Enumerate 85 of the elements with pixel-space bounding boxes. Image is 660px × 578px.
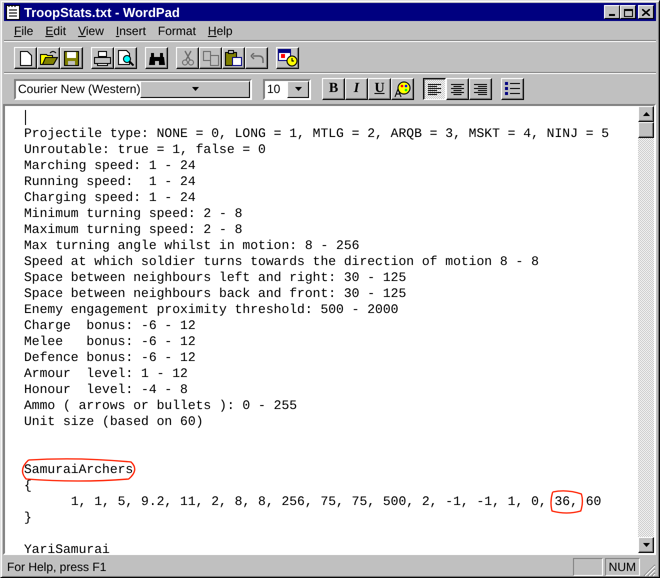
undo-icon xyxy=(250,53,264,63)
clipboard-icon xyxy=(225,50,242,66)
binoculars-icon xyxy=(148,52,164,64)
circled-text: SamuraiArchers xyxy=(24,462,134,478)
align-left-button[interactable] xyxy=(423,78,446,100)
font-size-dropdown[interactable]: 10 xyxy=(263,78,311,100)
scroll-up-button[interactable] xyxy=(638,106,654,122)
text-line: Melee bonus: -6 - 12 xyxy=(24,334,197,350)
color-button[interactable] xyxy=(391,78,414,100)
down-arrow-icon xyxy=(642,543,650,547)
italic-button[interactable]: I xyxy=(345,78,368,100)
open-folder-icon xyxy=(40,51,58,65)
center-button[interactable] xyxy=(446,78,469,100)
circled-text: 36, xyxy=(554,494,578,510)
text-line: Max turning angle whilst in motion: 8 - 256 xyxy=(24,238,360,254)
printer-icon xyxy=(94,50,111,66)
close-button[interactable] xyxy=(638,5,654,19)
status-panel xyxy=(572,558,603,576)
notepad-icon xyxy=(6,4,20,20)
align-right-button[interactable] xyxy=(469,78,492,100)
dropdown-arrow-icon xyxy=(192,87,199,91)
up-arrow-icon xyxy=(642,112,650,116)
num-lock-indicator: NUM xyxy=(604,558,640,576)
dropdown-arrow-icon xyxy=(294,87,302,91)
print-button[interactable] xyxy=(91,47,114,69)
text-line: Defence bonus: -6 - 12 xyxy=(24,350,197,366)
window-title: TroopStats.txt - WordPad xyxy=(24,4,181,20)
text-line: Space between neighbours back and front: 30 - 125 xyxy=(24,286,408,302)
text-line: Unroutable: true = 1, false = 0 xyxy=(24,142,267,158)
scroll-thumb[interactable] xyxy=(638,122,654,138)
text-line: { xyxy=(24,478,33,494)
text-cursor xyxy=(25,110,26,125)
text-line: Running speed: 1 - 24 xyxy=(24,174,197,190)
new-button[interactable] xyxy=(14,47,37,69)
text-line: Speed at which soldier turns towards the direction of motion 8 - 8 xyxy=(24,254,540,270)
bold-button[interactable]: B xyxy=(322,78,345,100)
save-button[interactable] xyxy=(60,47,83,69)
calendar-clock-icon xyxy=(278,49,298,67)
underline-button[interactable]: U xyxy=(368,78,391,100)
text-line: Unit size (based on 60) xyxy=(24,414,204,430)
maximize-button[interactable] xyxy=(620,5,636,19)
minimize-button[interactable] xyxy=(604,5,620,19)
close-icon xyxy=(642,8,650,16)
status-text: For Help, press F1 xyxy=(6,560,108,574)
menu-item[interactable]: Insert xyxy=(110,24,152,38)
print-preview-icon xyxy=(118,50,134,66)
resize-grip-icon[interactable] xyxy=(642,563,656,577)
maximize-icon xyxy=(624,8,632,16)
text-line: Honour level: -4 - 8 xyxy=(24,382,189,398)
text-line: Space between neighbours left and right: 30 - 125 xyxy=(24,270,408,286)
text-line: Charge bonus: -6 - 12 xyxy=(24,318,197,334)
paste-button[interactable] xyxy=(222,47,245,69)
new-document-icon xyxy=(20,50,32,66)
text-line: Charging speed: 1 - 24 xyxy=(24,190,197,206)
text-line: YariSamurai xyxy=(24,542,111,553)
text-line: Minimum turning speed: 2 - 8 xyxy=(24,206,244,222)
text-line: 60 xyxy=(584,494,602,509)
text-line: Maximum turning speed: 2 - 8 xyxy=(24,222,244,238)
text-line: Projectile type: NONE = 0, LONG = 1, MTLG = 2, ARQB = 3, MSKT = 4, NINJ = 5 xyxy=(24,126,610,142)
text-line: Armour level: 1 - 12 xyxy=(24,366,189,382)
date-time-button[interactable] xyxy=(276,47,299,69)
menu-item[interactable]: Help xyxy=(202,24,239,38)
text-line: } xyxy=(24,510,33,526)
menu-item[interactable]: Edit xyxy=(39,24,72,38)
font-dropdown[interactable]: Courier New (Western) xyxy=(14,78,252,100)
open-button[interactable] xyxy=(37,47,60,69)
scroll-down-button[interactable] xyxy=(638,537,654,553)
menu-item[interactable]: File xyxy=(8,24,40,38)
find-button[interactable] xyxy=(145,47,168,69)
palette-icon xyxy=(394,80,411,98)
bullets-button[interactable] xyxy=(501,78,524,100)
text-line: Enemy engagement proximity threshold: 500 - 2000 xyxy=(24,302,400,318)
align-icon xyxy=(450,84,464,94)
vertical-scrollbar[interactable] xyxy=(638,106,654,553)
text-line: Ammo ( arrows or bullets ): 0 - 255 xyxy=(24,398,298,414)
print-preview-button[interactable] xyxy=(114,47,137,69)
text-line: Marching speed: 1 - 24 xyxy=(24,158,197,174)
align-icon xyxy=(428,84,442,94)
copy-icon xyxy=(202,50,218,66)
menu-item[interactable]: Format xyxy=(152,24,202,38)
text-line: 1, 1, 5, 9.2, 11, 2, 8, 8, 256, 75, 75, 500, 2, -1, -1, 1, 0, xyxy=(70,494,548,509)
scissors-icon xyxy=(182,50,194,66)
menu-item[interactable]: View xyxy=(72,24,110,38)
align-icon xyxy=(474,84,488,94)
bullet-list-icon xyxy=(504,82,520,96)
